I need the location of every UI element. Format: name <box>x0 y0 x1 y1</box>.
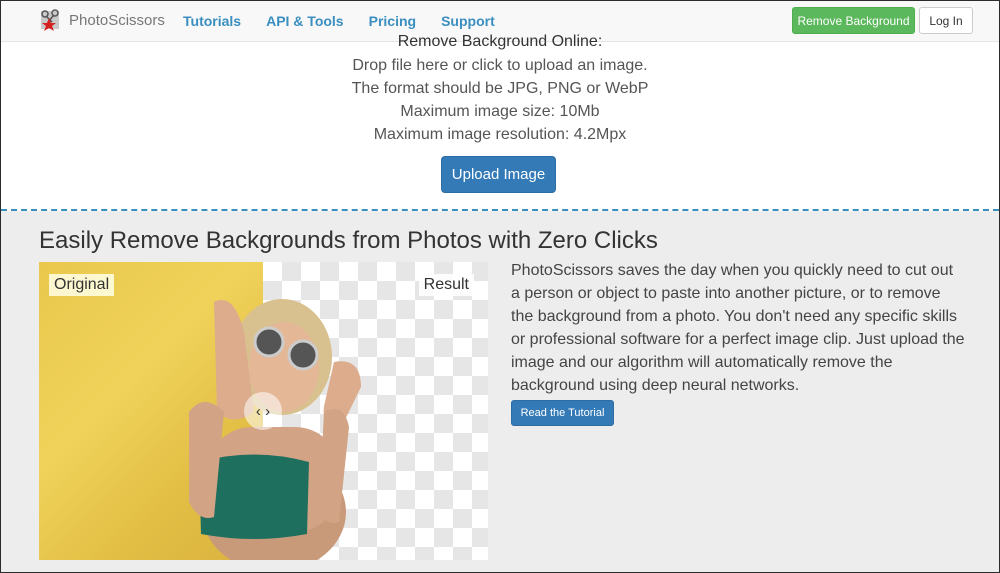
upload-image-button[interactable]: Upload Image <box>441 156 556 193</box>
feature-description: PhotoScissors saves the day when you qui… <box>511 262 965 394</box>
original-label: Original <box>49 274 115 296</box>
brand-name: PhotoScissors <box>69 11 165 29</box>
page-frame: PhotoScissors Tutorials API & Tools Pric… <box>0 0 1000 573</box>
before-after-slider[interactable]: Original Result ‹ › <box>39 262 488 560</box>
remove-background-button[interactable]: Remove Background <box>792 7 915 34</box>
feature-section: Easily Remove Backgrounds from Photos wi… <box>1 211 999 572</box>
nav-support[interactable]: Support <box>441 13 495 29</box>
nav-tutorials[interactable]: Tutorials <box>183 13 241 29</box>
scissors-logo-icon <box>39 8 63 32</box>
brand[interactable]: PhotoScissors <box>39 8 165 32</box>
upload-instruction: Drop file here or click to upload an ima… <box>352 57 648 74</box>
upload-format: The format should be JPG, PNG or WebP <box>351 80 649 97</box>
upload-title: Remove Background Online: <box>397 33 603 50</box>
nav-pricing[interactable]: Pricing <box>369 13 416 29</box>
upload-dropzone[interactable]: Remove Background Online: Drop file here… <box>1 33 999 209</box>
feature-title: Easily Remove Backgrounds from Photos wi… <box>39 227 658 254</box>
read-tutorial-button[interactable]: Read the Tutorial <box>511 400 614 426</box>
nav-api-tools[interactable]: API & Tools <box>266 13 344 29</box>
login-button[interactable]: Log In <box>919 7 973 34</box>
slider-handle-arrows-icon[interactable]: ‹ › <box>244 392 282 430</box>
upload-max-size: Maximum image size: 10Mb <box>400 103 600 120</box>
upload-max-resolution: Maximum image resolution: 4.2Mpx <box>373 126 627 143</box>
result-label: Result <box>418 274 474 296</box>
